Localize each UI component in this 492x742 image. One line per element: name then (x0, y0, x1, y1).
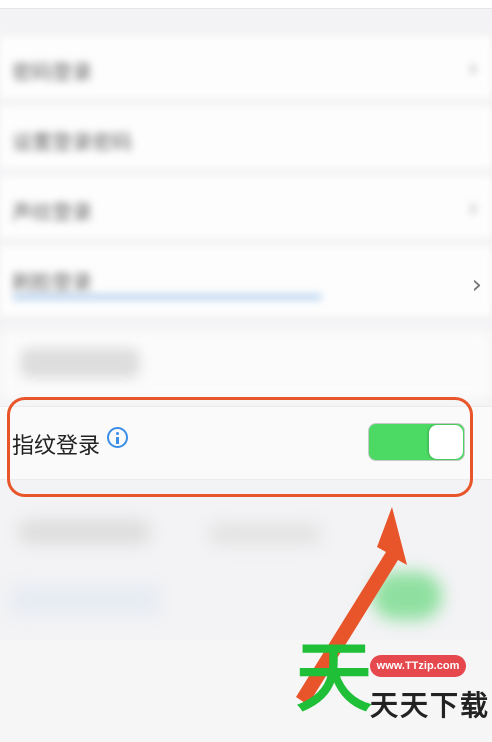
blurred-row: 密码登录 › (0, 36, 492, 98)
blurred-row-label: 刷脸登录 (12, 270, 92, 294)
blurred-row-label: 设置登录密码 (12, 130, 132, 154)
blurred-row-description (12, 294, 322, 300)
blurred-content (20, 348, 140, 378)
blurred-row: 刷脸登录 (0, 246, 492, 316)
watermark-logo: 天 (296, 633, 372, 722)
blurred-row: 声纹登录 › (0, 176, 492, 238)
blurred-section (0, 510, 492, 640)
screen: 密码登录 › 设置登录密码 声纹登录 › 刷脸登录 › 指纹登录 天 www.T… (0, 0, 492, 742)
chevron-right-icon: › (468, 194, 478, 222)
blurred-row: 设置登录密码 (0, 106, 492, 168)
blurred-section (0, 330, 492, 400)
watermark-url: www.TTzip.com (370, 655, 466, 677)
blurred-settings-list: 密码登录 › 设置登录密码 声纹登录 › 刷脸登录 (0, 36, 492, 324)
chevron-right-icon: › (468, 54, 478, 82)
top-bar (0, 0, 492, 9)
blurred-row-label: 密码登录 (12, 60, 92, 84)
watermark-name: 天天下载 (370, 689, 491, 722)
blurred-row-label: 声纹登录 (12, 200, 92, 224)
highlight-box (7, 397, 473, 497)
chevron-right-icon[interactable]: › (472, 270, 482, 300)
